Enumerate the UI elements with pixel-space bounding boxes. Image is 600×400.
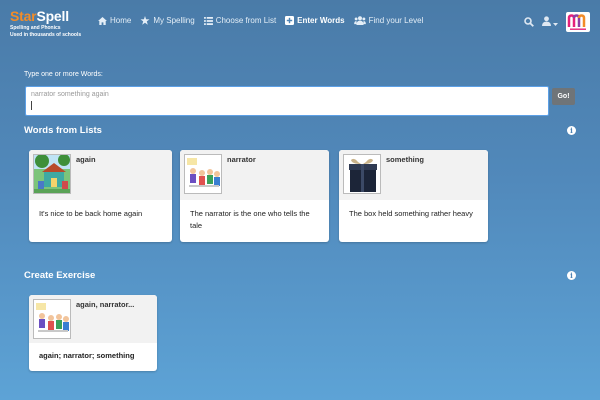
word-image-again (33, 154, 71, 194)
plus-square-icon (285, 16, 295, 25)
word-image-narrator (184, 154, 222, 194)
words-from-lists-title: Words from Lists (24, 125, 102, 136)
nav-enter-words[interactable]: Enter Words (285, 16, 345, 25)
nav-home-label: Home (110, 16, 132, 25)
brand-star-text: Star (10, 8, 37, 24)
users-icon (353, 16, 366, 25)
card-word: again (76, 155, 96, 164)
card-sentence: The narrator is the one who tells the ta… (190, 209, 310, 230)
partner-logo-icon (567, 14, 586, 30)
user-icon (542, 13, 551, 31)
home-icon (98, 16, 107, 25)
word-input-value: narrator something again (31, 91, 109, 98)
exercise-card-words: again; narrator; something (39, 351, 135, 360)
word-input[interactable]: narrator something again (25, 86, 549, 116)
brand-logo[interactable]: StarSpell Spelling and Phonics Used in t… (10, 8, 81, 38)
brand-tagline-1: Spelling and Phonics (10, 25, 61, 31)
caret-down-icon (553, 13, 558, 31)
main-nav: Home My Spelling Choose from List Enter … (98, 16, 423, 25)
nav-find-your-level-label: Find your Level (368, 16, 424, 25)
user-menu-button[interactable] (542, 13, 558, 31)
nav-my-spelling-label: My Spelling (153, 16, 195, 25)
nav-choose-from-list-label: Choose from List (215, 16, 277, 25)
header-tools (524, 12, 590, 32)
exercise-card[interactable]: again, narrator... again; narrator; some… (29, 295, 157, 371)
create-exercise-title: Create Exercise (24, 270, 96, 281)
word-input-label: Type one or more Words: (24, 71, 103, 78)
word-card-something[interactable]: something The box held something rather … (339, 150, 488, 242)
nav-home[interactable]: Home (98, 16, 131, 25)
partner-logo[interactable] (566, 12, 590, 32)
word-image-something (343, 154, 381, 194)
word-card-again[interactable]: again It's nice to be back home again (29, 150, 172, 242)
search-icon[interactable] (524, 17, 534, 27)
nav-choose-from-list[interactable]: Choose from List (203, 16, 277, 25)
card-word: something (386, 155, 424, 164)
brand-title: StarSpell (10, 8, 81, 24)
brand-tagline-2: Used in thousands of schools (10, 32, 82, 38)
text-caret (31, 101, 32, 110)
go-button[interactable]: Go! (552, 88, 575, 105)
list-icon (203, 16, 213, 25)
nav-my-spelling[interactable]: My Spelling (140, 16, 195, 25)
info-icon[interactable]: i (567, 271, 576, 280)
exercise-image (33, 299, 71, 339)
nav-find-your-level[interactable]: Find your Level (353, 16, 424, 25)
nav-enter-words-label: Enter Words (297, 16, 345, 25)
brand-spell-text: Spell (36, 8, 69, 24)
exercise-card-title: again, narrator... (76, 300, 135, 309)
star-icon (140, 16, 150, 25)
top-navbar: StarSpell Spelling and Phonics Used in t… (0, 0, 600, 46)
card-word: narrator (227, 155, 256, 164)
info-icon[interactable]: i (567, 126, 576, 135)
card-sentence: The box held something rather heavy (349, 209, 473, 218)
word-card-narrator[interactable]: narrator The narrator is the one who tel… (180, 150, 329, 242)
card-sentence: It's nice to be back home again (39, 209, 143, 218)
